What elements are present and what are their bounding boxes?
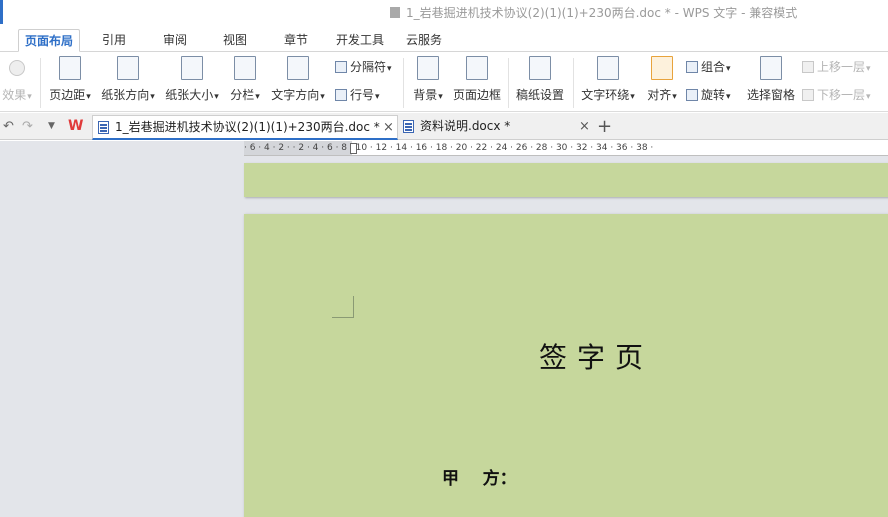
orientation-button[interactable]: 纸张方向 [99, 56, 157, 103]
background-button[interactable]: 背景 [409, 56, 447, 103]
close-tab-icon[interactable]: × [579, 115, 590, 138]
word-doc-icon [98, 121, 109, 134]
document-workspace: · 6 · 4 · 2 · · 2 · 4 · 6 · 8 · 10 · 12 … [0, 141, 888, 517]
quick-access-dropdown-icon[interactable]: ▼ [48, 121, 55, 131]
group-icon [686, 61, 698, 73]
signature-page-heading: 签字页 [539, 341, 654, 374]
window-title: 1_岩巷掘进机技术协议(2)(1)(1)+230两台.doc * - WPS 文… [390, 4, 797, 21]
undo-icon[interactable]: ↶ [3, 119, 14, 134]
tab-page-layout[interactable]: 页面布局 [18, 29, 81, 52]
text-wrap-button[interactable]: 文字环绕 [579, 56, 637, 103]
bring-forward-button[interactable]: 上移一层 [802, 58, 871, 75]
selection-pane-icon [760, 56, 782, 80]
word-doc-icon [403, 120, 414, 133]
document-tab-strip: ↶ ↷ ▼ W 1_岩巷掘进机技术协议(2)(1)(1)+230两台.doc *… [0, 113, 888, 140]
effects-button[interactable]: 效果 [0, 56, 34, 103]
doc-tab-active[interactable]: 1_岩巷掘进机技术协议(2)(1)(1)+230两台.doc * × [92, 115, 398, 140]
paper-size-icon [181, 56, 203, 80]
document-page[interactable]: 签字页 甲 方： [244, 214, 888, 517]
redo-icon[interactable]: ↷ [22, 119, 33, 134]
new-tab-plus-icon[interactable]: + [597, 116, 612, 137]
separator-icon [335, 61, 347, 73]
page-border-button[interactable]: 页面边框 [451, 56, 503, 103]
draft-paper-icon [529, 56, 551, 80]
margin-corner-mark [332, 296, 354, 318]
wps-logo-icon[interactable]: W [68, 118, 83, 134]
close-tab-icon[interactable]: × [383, 116, 394, 139]
paper-size-button[interactable]: 纸张大小 [163, 56, 221, 103]
tab-sections[interactable]: 章节 [278, 29, 314, 52]
tab-developer[interactable]: 开发工具 [330, 29, 390, 52]
effects-icon [9, 60, 25, 76]
text-direction-button[interactable]: 文字方向 [269, 56, 327, 103]
party-a-label: 甲 方： [442, 469, 517, 489]
document-icon [390, 7, 400, 18]
window-accent [0, 0, 3, 24]
bring-forward-icon [802, 61, 814, 73]
title-bar: 1_岩巷掘进机技术协议(2)(1)(1)+230两台.doc * - WPS 文… [0, 0, 888, 24]
ruler-ticks: · 6 · 4 · 2 · · 2 · 4 · 6 · 8 · 10 · 12 … [244, 143, 654, 153]
send-backward-button[interactable]: 下移一层 [802, 86, 871, 103]
orientation-icon [117, 56, 139, 80]
rotate-icon [686, 89, 698, 101]
group-button[interactable]: 组合 [686, 58, 731, 75]
send-backward-icon [802, 89, 814, 101]
columns-icon [234, 56, 256, 80]
separator-button[interactable]: 分隔符 [335, 58, 392, 75]
tab-review[interactable]: 审阅 [157, 29, 193, 52]
ribbon-tabs: 页面布局 引用 审阅 视图 章节 开发工具 云服务 [0, 26, 888, 52]
doc-tab-second[interactable]: 资料说明.docx * × [398, 115, 594, 140]
margins-button[interactable]: 页边距 [46, 56, 94, 103]
align-icon [651, 56, 673, 80]
tab-cloud-services[interactable]: 云服务 [400, 29, 448, 52]
margins-icon [59, 56, 81, 80]
line-numbers-icon [335, 89, 347, 101]
rotate-button[interactable]: 旋转 [686, 86, 731, 103]
draft-paper-settings-button[interactable]: 稿纸设置 [514, 56, 566, 103]
ribbon-toolbar: 效果 页边距 纸张方向 纸张大小 分栏 文字方向 分隔符 行号 背景 页面边框 … [0, 52, 888, 112]
text-direction-icon [287, 56, 309, 80]
previous-page-bottom[interactable] [244, 163, 888, 197]
selection-pane-button[interactable]: 选择窗格 [745, 56, 797, 103]
align-button[interactable]: 对齐 [644, 56, 680, 103]
indent-marker[interactable] [350, 143, 357, 154]
line-numbers-button[interactable]: 行号 [335, 86, 380, 103]
background-icon [417, 56, 439, 80]
page-border-icon [466, 56, 488, 80]
columns-button[interactable]: 分栏 [228, 56, 262, 103]
horizontal-ruler[interactable]: · 6 · 4 · 2 · · 2 · 4 · 6 · 8 · 10 · 12 … [244, 141, 888, 156]
tab-view[interactable]: 视图 [217, 29, 253, 52]
tab-references[interactable]: 引用 [96, 29, 132, 52]
text-wrap-icon [597, 56, 619, 80]
